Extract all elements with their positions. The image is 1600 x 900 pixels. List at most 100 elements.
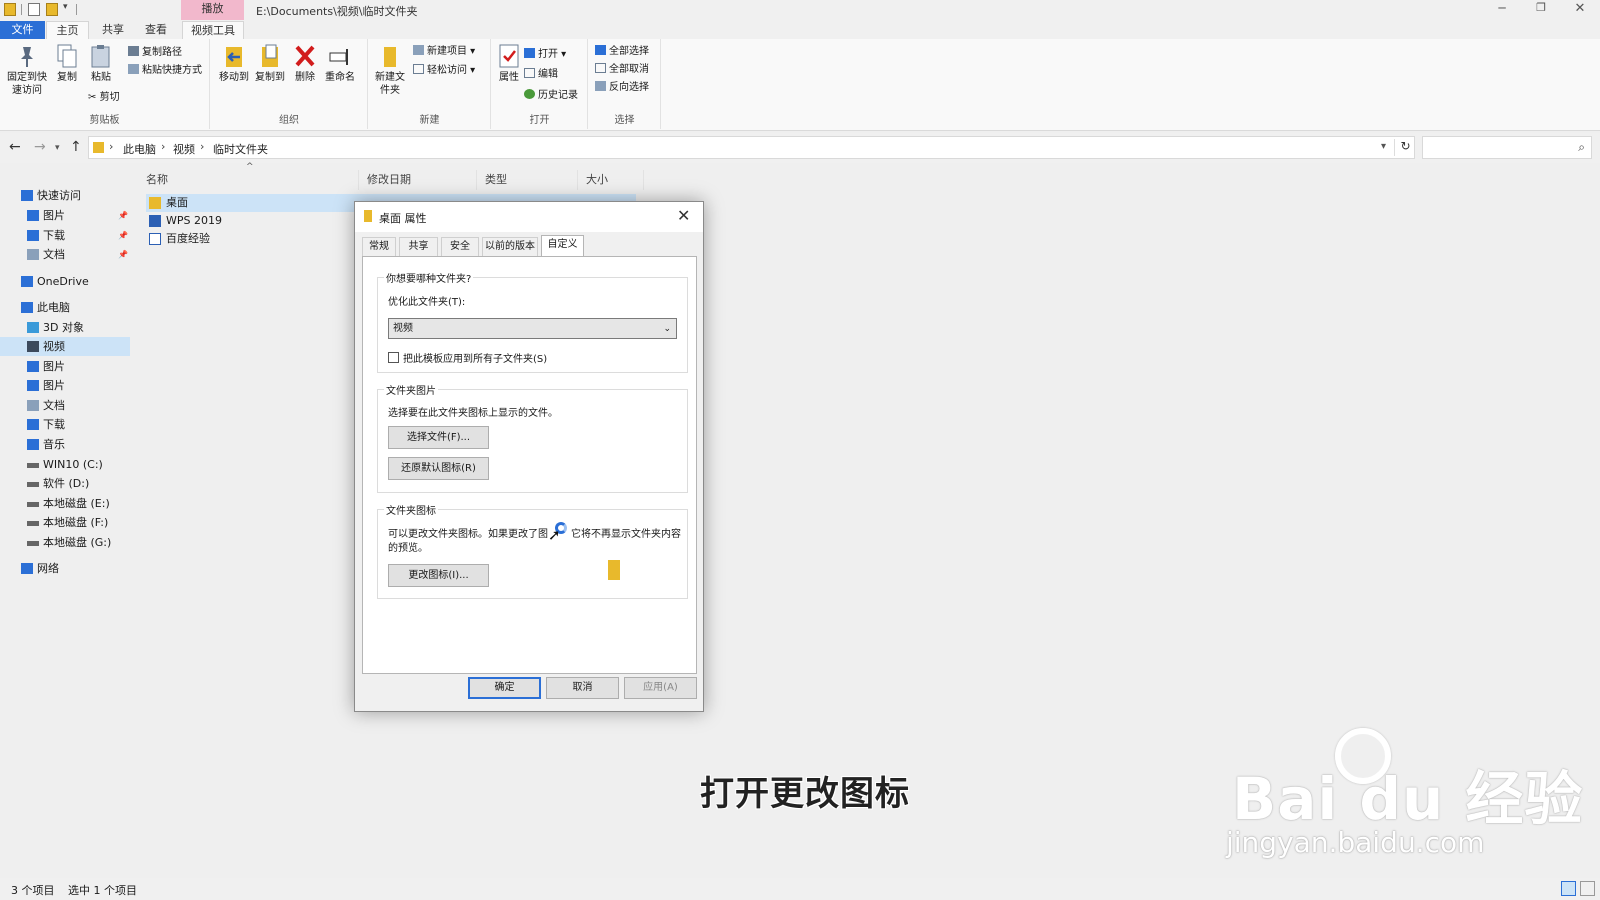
recent-locations-icon[interactable]: ▾ bbox=[55, 143, 60, 153]
organize-group: 移动到 复制到 删除 重命名 组织 bbox=[211, 39, 368, 129]
breadcrumb-videos[interactable]: 视频 bbox=[173, 141, 195, 157]
move-to-button[interactable]: 移动到 bbox=[217, 43, 251, 84]
chevron-down-icon[interactable]: ▾ bbox=[1381, 141, 1386, 152]
maximize-button[interactable]: ❐ bbox=[1529, 1, 1553, 19]
column-header-modified[interactable]: 修改日期 bbox=[359, 170, 477, 190]
paste-button[interactable]: 粘贴 bbox=[86, 43, 116, 84]
invert-selection-icon bbox=[595, 81, 606, 91]
sidebar-item[interactable]: 音乐 bbox=[0, 435, 130, 454]
refresh-icon[interactable]: ↻ bbox=[1394, 139, 1416, 156]
choose-file-button[interactable]: 选择文件(F)... bbox=[388, 426, 489, 449]
select-none-label: 全部取消 bbox=[609, 64, 649, 75]
paste-shortcut-icon bbox=[128, 64, 139, 74]
tab-general[interactable]: 常规 bbox=[362, 237, 396, 256]
breadcrumb-separator[interactable]: › bbox=[109, 140, 113, 153]
sidebar-item[interactable]: 软件 (D:) bbox=[0, 474, 130, 493]
breadcrumb-separator[interactable]: › bbox=[200, 140, 204, 153]
large-icons-view-icon[interactable] bbox=[1580, 881, 1595, 896]
column-header-size[interactable]: 大小 bbox=[578, 170, 644, 190]
sidebar-item[interactable]: 本地磁盘 (E:) bbox=[0, 494, 130, 513]
tab-file[interactable]: 文件 bbox=[0, 21, 45, 39]
tab-security[interactable]: 安全 bbox=[441, 237, 479, 256]
sidebar-item[interactable]: 此电脑 bbox=[0, 298, 130, 317]
select-group: 全部选择 全部取消 反向选择 选择 bbox=[589, 39, 661, 129]
details-view-icon[interactable] bbox=[1561, 881, 1576, 896]
tab-video-tools[interactable]: 视频工具 bbox=[182, 21, 244, 39]
rename-button[interactable]: 重命名 bbox=[323, 43, 357, 84]
sidebar-item-label: 图片 bbox=[43, 360, 65, 373]
breadcrumb-separator[interactable]: › bbox=[161, 140, 165, 153]
sidebar-item[interactable]: 3D 对象 bbox=[0, 318, 130, 337]
column-header-type[interactable]: 类型 bbox=[477, 170, 578, 190]
tab-view[interactable]: 查看 bbox=[136, 21, 176, 39]
change-icon-button[interactable]: 更改图标(I)... bbox=[388, 564, 489, 587]
tab-previous-versions[interactable]: 以前的版本 bbox=[482, 237, 538, 256]
copy-path-button[interactable]: 复制路径 bbox=[128, 45, 182, 61]
tab-home[interactable]: 主页 bbox=[46, 21, 89, 39]
breadcrumb-temp-folder[interactable]: 临时文件夹 bbox=[213, 141, 268, 157]
open-button[interactable]: 打开 ▾ bbox=[524, 47, 566, 63]
file-row-wps[interactable]: WPS 2019 bbox=[146, 212, 346, 230]
properties-quick-icon[interactable] bbox=[28, 3, 40, 16]
sidebar-item[interactable]: OneDrive bbox=[0, 272, 130, 291]
properties-button[interactable]: 属性 bbox=[494, 43, 524, 84]
copy-path-icon bbox=[128, 46, 139, 56]
select-none-button[interactable]: 全部取消 bbox=[595, 62, 649, 78]
pin-icon bbox=[15, 43, 39, 69]
restore-default-button[interactable]: 还原默认图标(R) bbox=[388, 457, 489, 480]
select-all-button[interactable]: 全部选择 bbox=[595, 44, 649, 60]
sidebar-item[interactable]: 下载 bbox=[0, 415, 130, 434]
edit-button[interactable]: 编辑 bbox=[524, 67, 558, 83]
apply-subfolders-checkbox[interactable] bbox=[388, 352, 399, 363]
paste-shortcut-button[interactable]: 粘贴快捷方式 bbox=[128, 63, 202, 79]
apply-subfolders-label[interactable]: 把此模板应用到所有子文件夹(S) bbox=[403, 350, 547, 365]
sidebar-item[interactable]: 视频 bbox=[0, 337, 130, 356]
sidebar-item[interactable]: 本地磁盘 (F:) bbox=[0, 513, 130, 532]
forward-arrow-icon[interactable]: → bbox=[34, 139, 46, 155]
sidebar-item[interactable]: 快速访问 bbox=[0, 186, 130, 205]
sidebar-item[interactable]: 本地磁盘 (G:) bbox=[0, 533, 130, 552]
sidebar-item-label: 此电脑 bbox=[37, 301, 70, 314]
select-none-icon bbox=[595, 63, 606, 73]
column-header-name[interactable]: 名称 bbox=[138, 170, 359, 190]
dialog-close-button[interactable]: ✕ bbox=[677, 206, 690, 225]
copy-button[interactable]: 复制 bbox=[52, 43, 82, 84]
new-folder-quick-icon[interactable] bbox=[46, 3, 58, 16]
context-tab-play: 播放 bbox=[181, 0, 244, 20]
address-bar[interactable]: › 此电脑 › 视频 › 临时文件夹 ▾ ↻ bbox=[88, 136, 1415, 159]
rename-label: 重命名 bbox=[325, 72, 355, 83]
sidebar-item[interactable]: 图片 bbox=[0, 376, 130, 395]
sidebar-item[interactable]: WIN10 (C:) bbox=[0, 455, 130, 474]
sidebar-item[interactable]: 文档 📌 bbox=[0, 245, 130, 264]
back-arrow-icon[interactable]: ← bbox=[9, 139, 21, 155]
history-button[interactable]: 历史记录 bbox=[524, 88, 578, 104]
new-item-button[interactable]: 新建项目 ▾ bbox=[413, 44, 475, 60]
ok-button[interactable]: 确定 bbox=[468, 677, 541, 699]
minimize-button[interactable]: ─ bbox=[1490, 1, 1514, 19]
sidebar-item[interactable]: 下载 📌 bbox=[0, 226, 130, 245]
tab-share[interactable]: 共享 bbox=[93, 21, 133, 39]
file-row-baidu[interactable]: 百度经验 bbox=[146, 230, 346, 248]
up-arrow-icon[interactable]: ↑ bbox=[70, 139, 82, 155]
sidebar-item[interactable]: 网络 bbox=[0, 559, 130, 578]
sidebar-item-label: 图片 bbox=[43, 379, 65, 392]
tab-customize[interactable]: 自定义 bbox=[541, 235, 584, 256]
delete-button[interactable]: 删除 bbox=[291, 43, 319, 84]
close-window-button[interactable]: ✕ bbox=[1568, 1, 1592, 19]
sidebar-item[interactable]: 图片 📌 bbox=[0, 206, 130, 225]
apply-button[interactable]: 应用(A) bbox=[624, 677, 697, 699]
cut-button[interactable]: ✂ 剪切 bbox=[88, 90, 120, 106]
sidebar-item[interactable]: 文档 bbox=[0, 396, 130, 415]
tab-sharing[interactable]: 共享 bbox=[399, 237, 438, 256]
search-input[interactable]: ⌕ bbox=[1422, 136, 1592, 159]
pin-quick-access-button[interactable]: 固定到快速访问 bbox=[4, 43, 50, 97]
invert-selection-button[interactable]: 反向选择 bbox=[595, 80, 649, 96]
sidebar-item[interactable]: 图片 bbox=[0, 357, 130, 376]
new-folder-button[interactable]: 新建文件夹 bbox=[373, 43, 407, 97]
customize-quick-access-icon[interactable]: ▾ bbox=[63, 2, 68, 12]
cancel-button[interactable]: 取消 bbox=[546, 677, 619, 699]
easy-access-button[interactable]: 轻松访问 ▾ bbox=[413, 63, 475, 79]
optimize-folder-select[interactable]: 视频 ⌄ bbox=[388, 318, 677, 339]
copy-to-button[interactable]: 复制到 bbox=[253, 43, 287, 84]
breadcrumb-this-pc[interactable]: 此电脑 bbox=[123, 141, 156, 157]
